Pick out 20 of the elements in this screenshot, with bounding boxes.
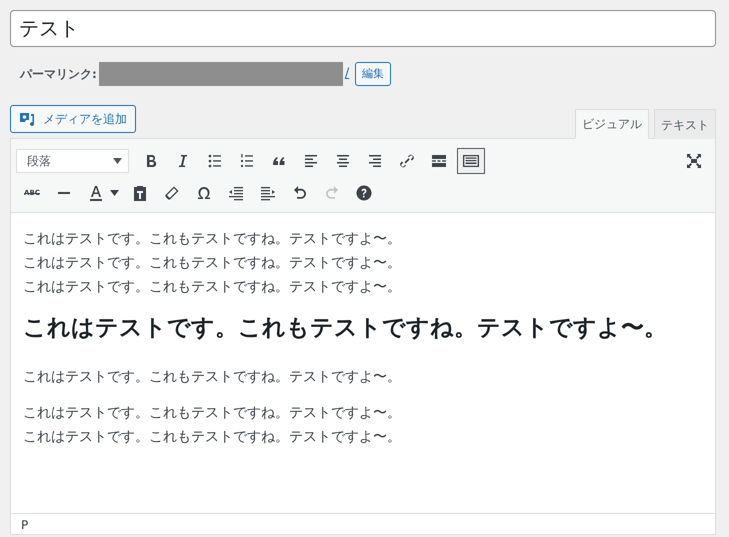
paragraph: これはテストです。これもテストですね。テストですよ〜。 これはテストです。これもテストですね。テストですよ〜。 これはテストです。これもテストですね。テストですよ〜。 xyxy=(23,230,402,297)
add-media-button[interactable]: メディアを追加 xyxy=(10,105,136,133)
dropdown-caret-icon xyxy=(113,158,122,164)
permalink-link[interactable]: / xyxy=(344,64,350,84)
horizontal-line-icon xyxy=(58,192,70,194)
help-icon xyxy=(354,183,374,203)
title-field[interactable]: テスト xyxy=(10,10,716,47)
editor-tab[interactable]: テキスト xyxy=(654,109,716,139)
paragraph: これはテストです。これもテストですね。テストですよ〜。 これはテストです。これもテストですね。テストですよ〜。 xyxy=(23,404,402,447)
media-icon xyxy=(19,110,37,128)
editor-tab[interactable]: ビジュアル xyxy=(575,109,649,139)
element-path: P xyxy=(11,513,715,534)
paragraph: これはテストです。これもテストですね。テストですよ〜。 xyxy=(23,368,402,387)
fullscreen-icon xyxy=(684,151,704,171)
permalink-label: パーマリンク: xyxy=(20,66,97,82)
heading: これはテストです。これもテストですね。テストですよ〜。 xyxy=(23,313,668,343)
dropdown-caret-icon xyxy=(110,190,118,196)
format-select[interactable]: 段落 xyxy=(16,149,129,173)
edit-button[interactable]: 編集 xyxy=(355,62,392,86)
keyboard-button[interactable] xyxy=(457,148,485,174)
